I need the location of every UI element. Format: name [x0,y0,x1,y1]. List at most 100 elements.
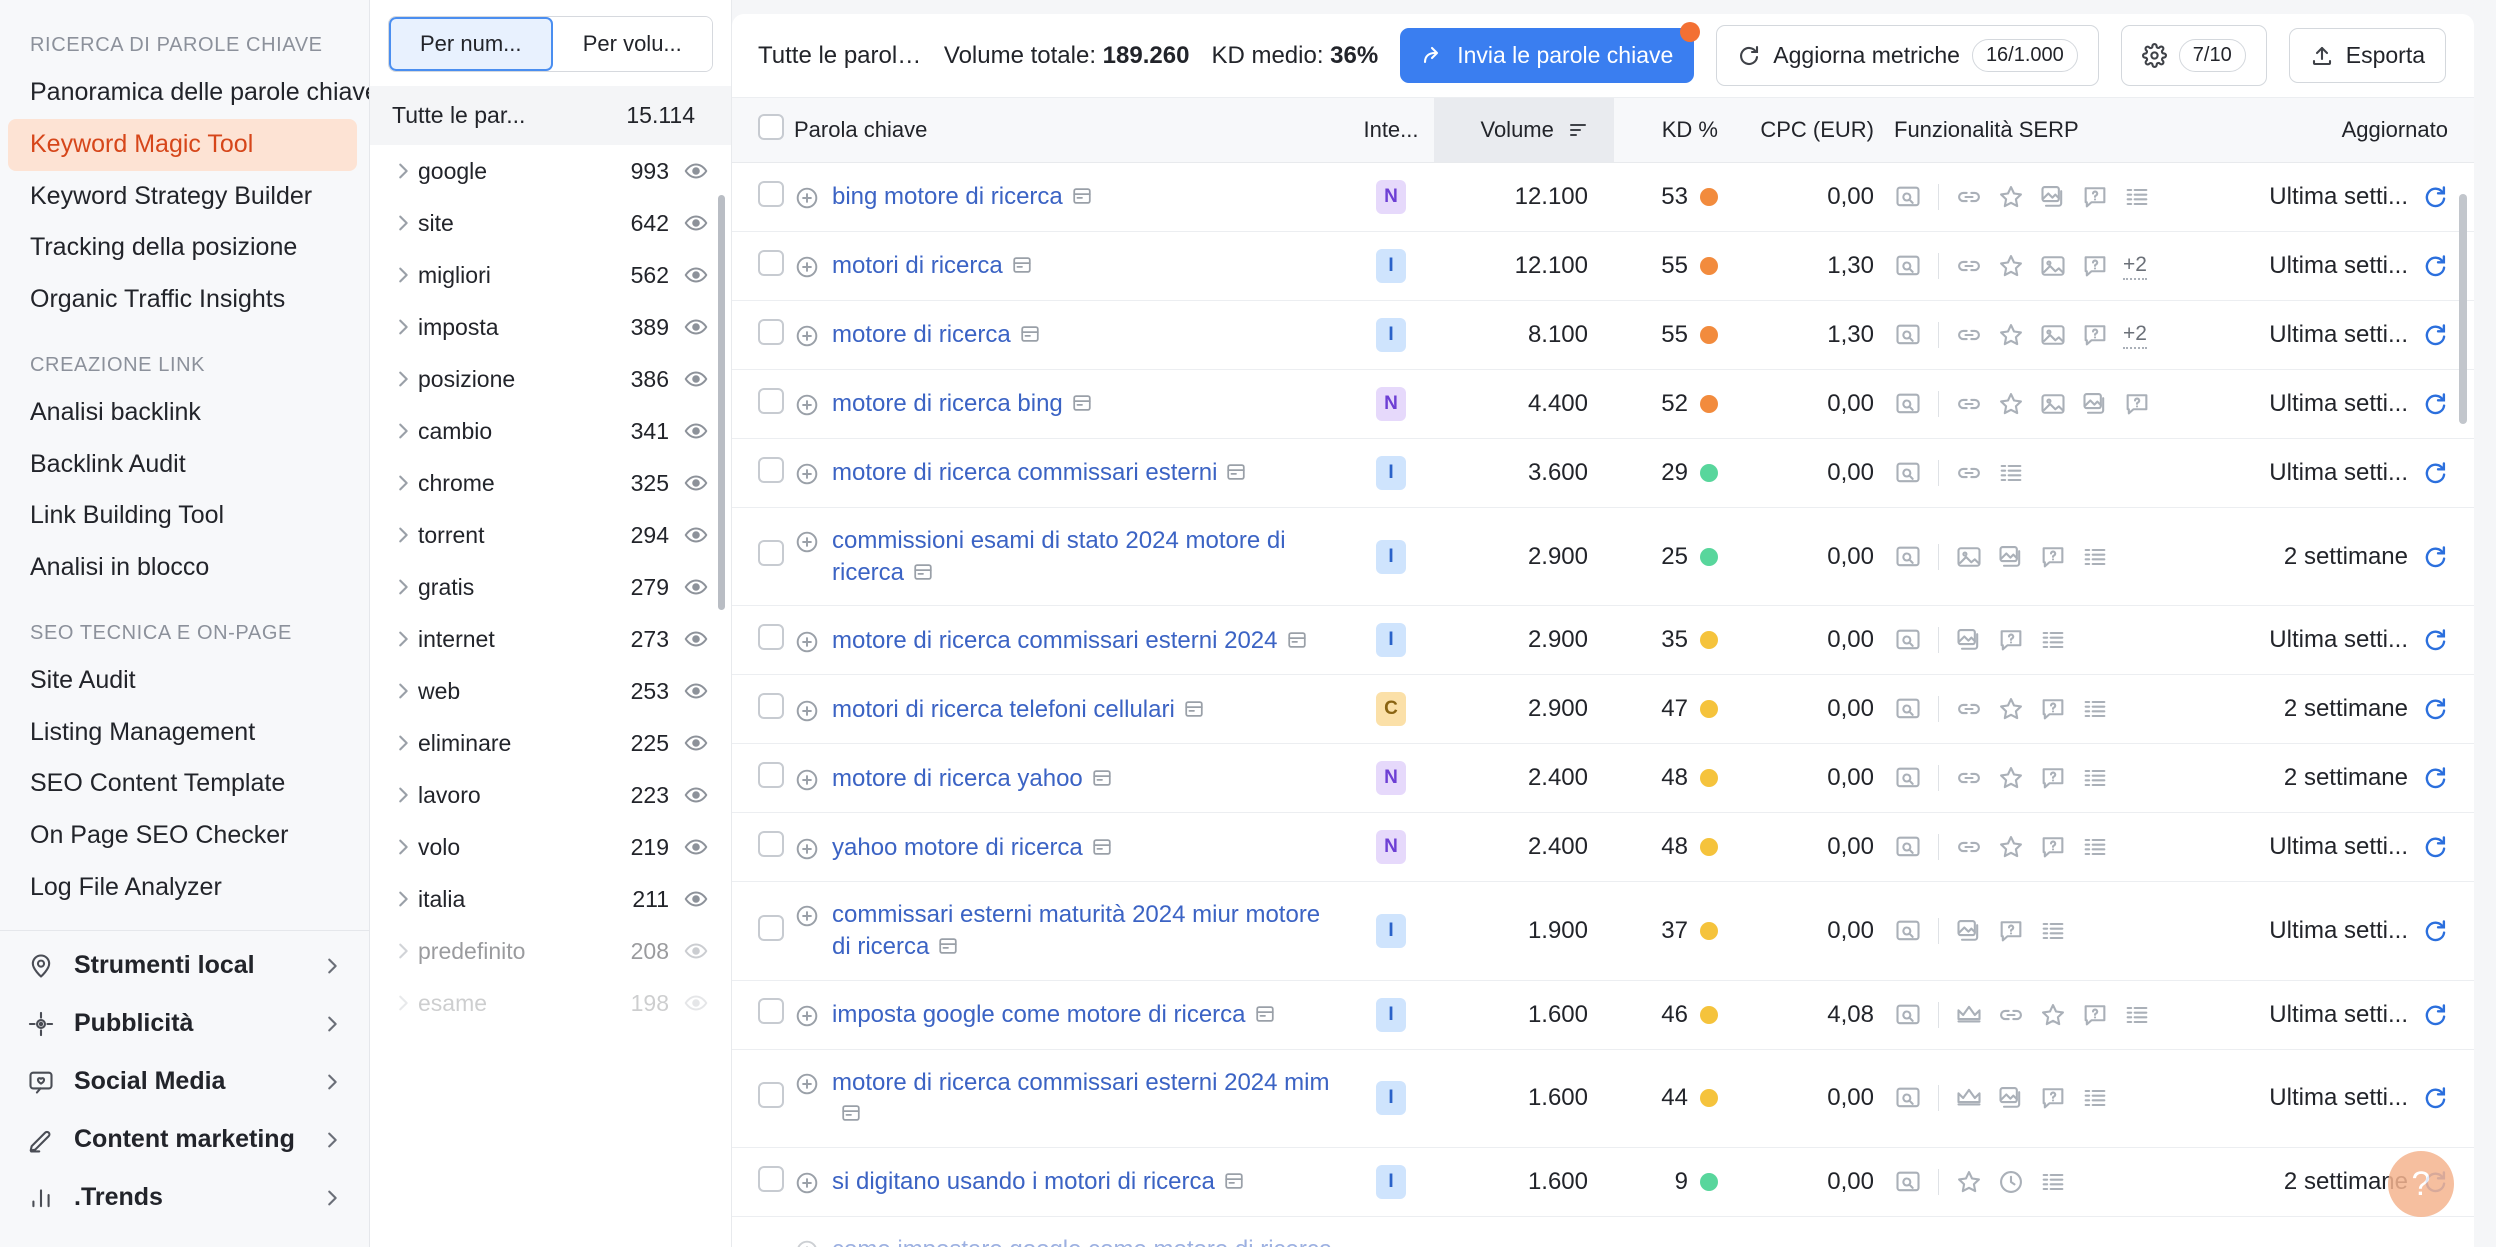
table-row[interactable]: yahoo motore di ricerca N 2.400 48 0,00 Ultim… [732,812,2474,883]
eye-icon[interactable] [683,313,709,341]
intent-badge[interactable]: I [1376,1165,1406,1200]
row-select-cell[interactable] [732,881,794,981]
image-pack-icon[interactable] [1955,917,1983,945]
keyword-link[interactable]: motori di ricerca telefoni cellulari [832,696,1175,723]
row-select-cell[interactable] [732,674,794,745]
plus-circle-icon[interactable] [794,697,820,725]
chevron-right-icon[interactable] [392,212,418,234]
serp-preview-mini-icon[interactable] [1225,461,1247,483]
select-all-checkbox[interactable] [758,114,784,140]
row-refresh-icon[interactable] [2422,391,2448,417]
sort-segmented-control[interactable]: Per num... Per volu... [388,16,713,72]
table-row[interactable]: motore di ricerca commissari esterni 202… [732,1049,2474,1149]
serp-preview-mini-icon[interactable] [1019,323,1041,345]
plus-circle-icon[interactable] [794,835,820,863]
chevron-right-icon[interactable] [392,836,418,858]
plus-circle-icon[interactable] [794,628,820,656]
group-row[interactable]: internet 273 [370,613,731,665]
sidebar-item-analisi-in-blocco[interactable]: Analisi in blocco [0,542,369,594]
star-icon[interactable] [1997,321,2025,349]
serp-preview-mini-icon[interactable] [840,1102,862,1124]
row-select-cell[interactable] [732,1049,794,1149]
row-checkbox[interactable] [758,692,784,719]
star-icon[interactable] [1997,252,2025,280]
serp-preview-mini-icon[interactable] [1091,767,1113,789]
eye-icon[interactable] [683,625,709,653]
serp-preview-icon[interactable] [1894,543,1922,571]
plus-circle-icon[interactable] [794,253,820,281]
plus-circle-icon[interactable] [794,322,820,350]
serp-preview-mini-icon[interactable] [912,561,934,583]
row-checkbox[interactable] [758,318,784,345]
sidebar-item-log-file-analyzer[interactable]: Log File Analyzer [0,862,369,914]
serp-preview-mini-icon[interactable] [1183,698,1205,720]
intent-badge[interactable]: I [1376,456,1406,490]
plus-circle-icon[interactable] [794,1237,820,1247]
eye-icon[interactable] [683,261,709,289]
keyword-link[interactable]: commissioni esami di stato 2024 motore d… [832,527,1286,586]
serp-preview-mini-icon[interactable] [1071,185,1093,207]
group-row[interactable]: imposta 389 [370,301,731,353]
plus-circle-icon[interactable] [794,1169,820,1197]
header-serp-features[interactable]: Funzionalità SERP [1894,98,2224,163]
sidebar-item-analisi-backlink[interactable]: Analisi backlink [0,387,369,439]
chevron-right-icon[interactable] [392,524,418,546]
chevron-right-icon[interactable] [392,264,418,286]
row-refresh-icon[interactable] [2422,765,2448,791]
faq-icon[interactable] [2039,764,2067,792]
keyword-link[interactable]: commissari esterni maturità 2024 miur mo… [832,901,1320,960]
faq-icon[interactable] [2081,1001,2109,1029]
header-select-all[interactable] [732,98,794,163]
intent-badge[interactable]: I [1376,623,1406,658]
row-checkbox[interactable] [758,456,784,483]
clock-icon[interactable] [1997,1168,2025,1196]
image-icon[interactable] [2039,390,2067,418]
row-checkbox[interactable] [758,180,784,207]
table-row[interactable]: motore di ricerca commissari esterni 202… [732,605,2474,676]
export-button[interactable]: Esporta [2288,28,2446,83]
keyword-link[interactable]: motore di ricerca commissari esterni 202… [832,1069,1329,1096]
image-icon[interactable] [2039,321,2067,349]
serp-more-count[interactable]: +2 [2123,322,2147,349]
sidebar-group-strumenti-local[interactable]: Strumenti local [0,937,369,995]
star-icon[interactable] [1997,833,2025,861]
row-checkbox[interactable] [758,387,784,414]
row-refresh-icon[interactable] [2422,253,2448,279]
row-select-cell[interactable] [732,300,794,370]
image-pack-icon[interactable] [2039,183,2067,211]
list-icon[interactable] [2039,917,2067,945]
chevron-right-icon[interactable] [392,368,418,390]
serp-preview-icon[interactable] [1894,183,1922,211]
link-icon[interactable] [1955,252,1983,280]
eye-icon[interactable] [683,729,709,757]
link-icon[interactable] [1955,459,1983,487]
row-checkbox[interactable] [758,623,784,650]
link-icon[interactable] [1955,390,1983,418]
sidebar-group-trends[interactable]: .Trends [0,1169,369,1227]
row-checkbox[interactable] [758,761,784,788]
table-row[interactable]: motore di ricerca I 8.100 55 1,30 +2 Ultima se… [732,300,2474,370]
sidebar-item-keyword-strategy-builder[interactable]: Keyword Strategy Builder [0,171,369,223]
image-pack-icon[interactable] [1955,626,1983,654]
group-row[interactable]: predefinito 208 [370,925,731,977]
header-volume[interactable]: Volume [1434,98,1614,163]
eye-icon[interactable] [683,937,709,965]
intent-badge[interactable]: I [1376,1081,1406,1116]
serp-preview-icon[interactable] [1894,390,1922,418]
serp-preview-mini-icon[interactable] [1071,392,1093,414]
eye-icon[interactable] [683,209,709,237]
link-icon[interactable] [1955,764,1983,792]
link-icon[interactable] [1955,321,1983,349]
keyword-link[interactable]: motore di ricerca [832,321,1011,348]
table-row[interactable]: commissari esterni maturità 2024 miur mo… [732,881,2474,981]
chevron-right-icon[interactable] [392,576,418,598]
row-select-cell[interactable] [732,231,794,301]
list-icon[interactable] [2081,1084,2109,1112]
groups-scrollbar[interactable] [718,195,725,610]
group-row[interactable]: site 642 [370,197,731,249]
plus-circle-icon[interactable] [794,391,820,419]
row-select-cell[interactable] [732,1216,794,1247]
eye-icon[interactable] [683,885,709,913]
chevron-right-icon[interactable] [392,160,418,182]
chevron-right-icon[interactable] [392,888,418,910]
